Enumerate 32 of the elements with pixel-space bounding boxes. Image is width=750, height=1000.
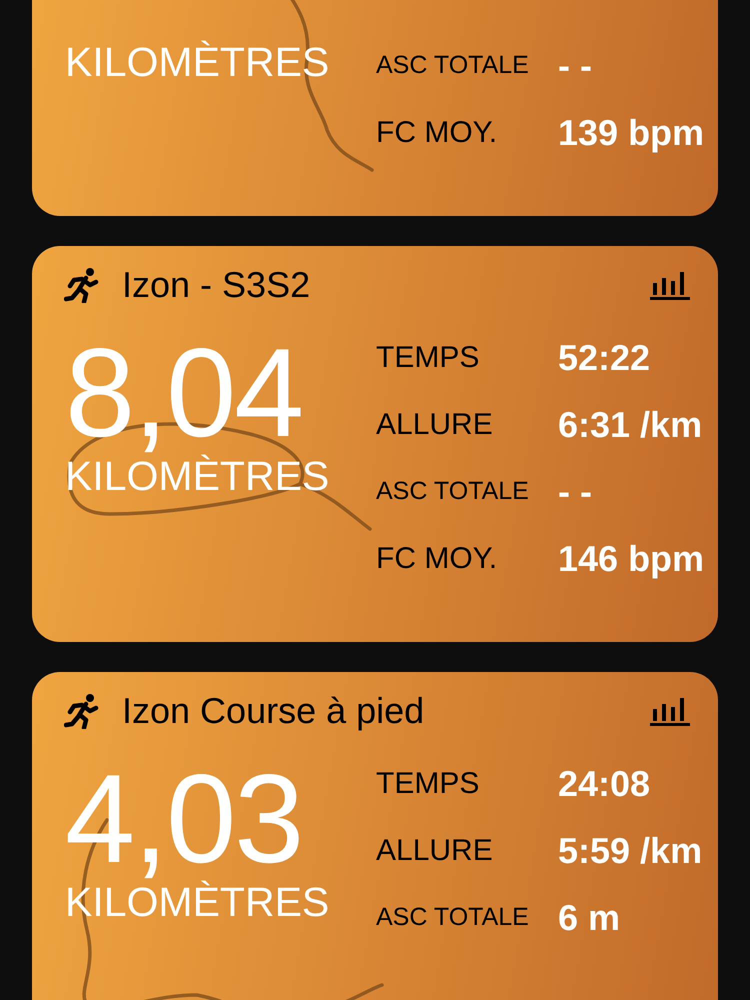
activity-title: Izon Course à pied <box>122 689 426 733</box>
activity-title: Izon - S3S2 <box>122 263 312 307</box>
activity-card[interactable]: KILOMÈTRES ASC TOTALE - - FC MOY. 139 bpm <box>32 0 718 216</box>
distance-unit: KILOMÈTRES <box>65 456 330 497</box>
stat-value: 6 m <box>558 896 620 940</box>
stat-value: - - <box>558 44 592 88</box>
activity-card[interactable]: Izon - S3S2 8,04 KILOMÈTRES TEMPS 52:22 ALLURE 6:31 /km ASC TOTALE - - FC MOY. 146 bpm <box>32 246 718 642</box>
stat-label: FC MOY. <box>376 541 498 577</box>
stat-value: - - <box>558 470 592 514</box>
stat-value: 24:08 <box>558 762 650 806</box>
runner-icon <box>64 267 100 303</box>
stat-label: ASC TOTALE <box>376 902 530 933</box>
stat-label: ASC TOTALE <box>376 50 530 81</box>
distance-value: 8,04 <box>65 330 302 456</box>
stat-label: ASC TOTALE <box>376 476 530 507</box>
statistics-icon[interactable] <box>650 269 690 301</box>
activity-card[interactable]: Izon Course à pied 4,03 KILOMÈTRES TEMPS 24:08 ALLURE 5:59 /km ASC TOTALE 6 m <box>32 672 718 1000</box>
stat-value: 6:31 /km <box>558 402 702 446</box>
stat-value: 5:59 /km <box>558 828 702 872</box>
distance-unit: KILOMÈTRES <box>65 42 330 83</box>
distance-value: 4,03 <box>65 756 302 882</box>
stat-value: 52:22 <box>558 336 650 380</box>
stat-label: ALLURE <box>376 407 494 443</box>
runner-icon <box>64 693 100 729</box>
stat-label: TEMPS <box>376 340 480 376</box>
stat-value: 146 bpm <box>558 536 704 580</box>
stat-label: FC MOY. <box>376 115 498 151</box>
stat-label: TEMPS <box>376 766 480 802</box>
stat-value: 139 bpm <box>558 110 704 154</box>
distance-unit: KILOMÈTRES <box>65 882 330 923</box>
statistics-icon[interactable] <box>650 695 690 727</box>
stat-label: ALLURE <box>376 833 494 869</box>
